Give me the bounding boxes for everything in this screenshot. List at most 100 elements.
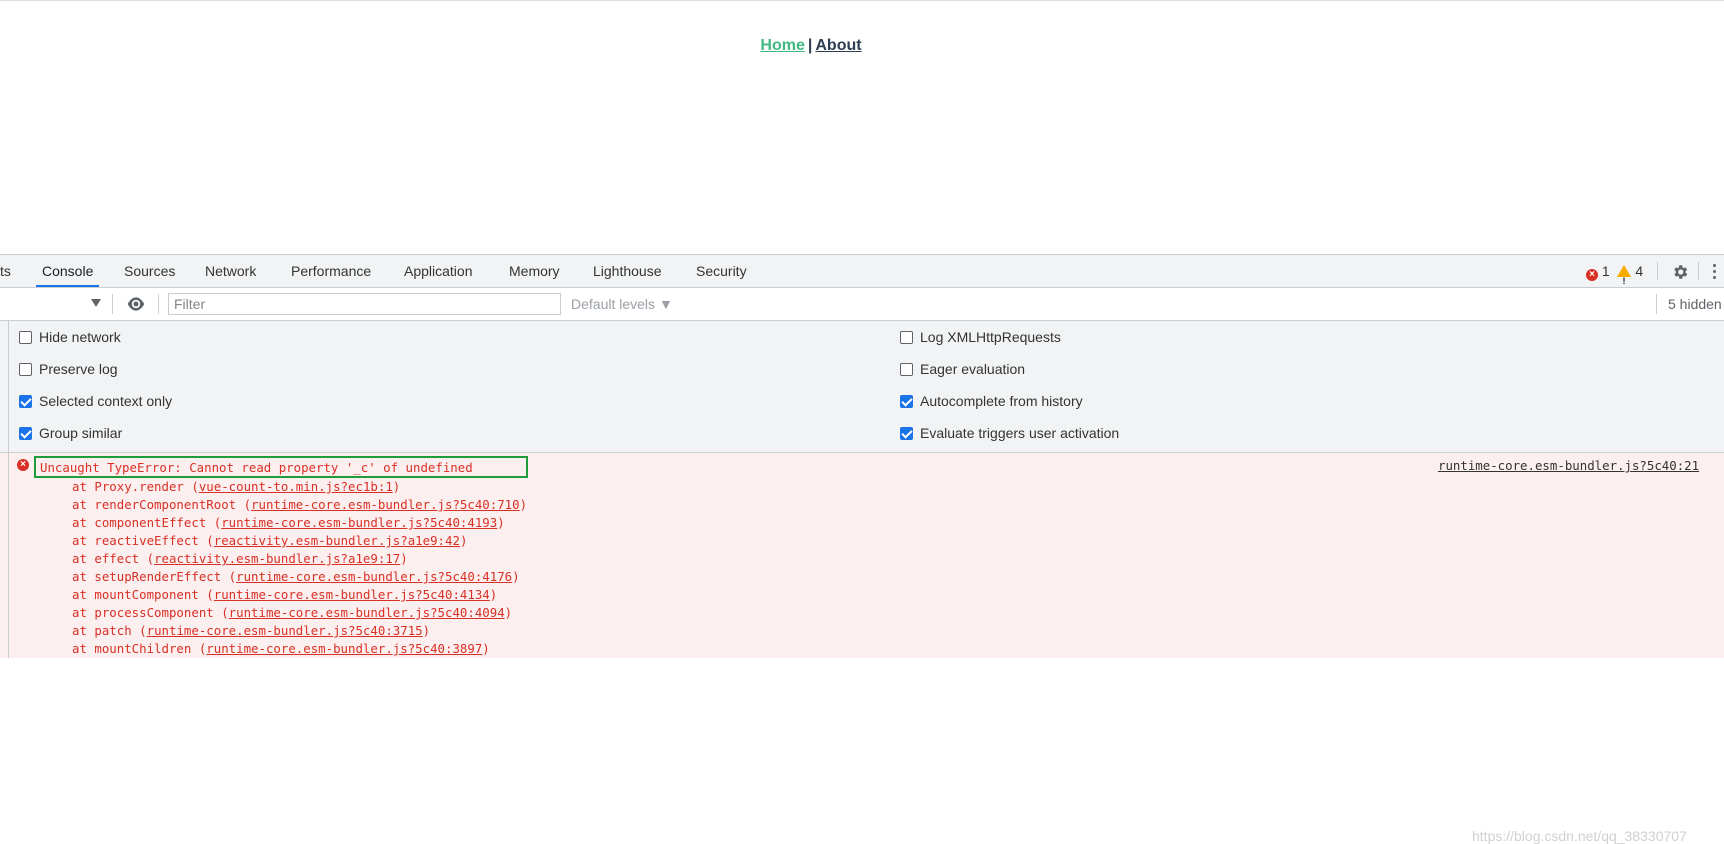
toolbar-divider [158,294,159,314]
group-similar-option[interactable]: Group similar [19,423,122,443]
toolbar-divider [112,294,113,314]
log-xhr-option[interactable]: Log XMLHttpRequests [900,327,1061,347]
tab-network[interactable]: Network [199,255,262,287]
error-message: Uncaught TypeError: Cannot read property… [34,456,528,478]
toolbar-divider [1657,262,1658,280]
stack-frame: at patch (runtime-core.esm-bundler.js?5c… [72,622,527,640]
stack-frame-text: ) [422,623,431,638]
toolbar-divider [1656,294,1657,314]
selected-context-option[interactable]: Selected context only [19,391,172,411]
toolbar-divider [1698,262,1699,280]
stack-frame-text: ) [392,479,401,494]
stack-frame-text: ) [459,533,468,548]
eager-evaluation-checkbox[interactable] [900,363,913,376]
page-viewport: Home | About [0,0,1724,254]
tab-lighthouse[interactable]: Lighthouse [587,255,668,287]
tab-sources[interactable]: Sources [118,255,181,287]
console-toolbar: Default levels ▼ 5 hidden [0,288,1724,321]
stack-frame-text: at setupRenderEffect ( [72,569,237,584]
hide-network-option[interactable]: Hide network [19,327,121,347]
filter-input[interactable] [168,293,561,315]
tab-elements-cut[interactable]: ts [0,255,17,287]
stack-frame-text: at mountChildren ( [72,641,207,656]
autocomplete-history-option[interactable]: Autocomplete from history [900,391,1083,411]
watermark: https://blog.csdn.net/qq_38330707 [1472,828,1687,844]
nav-separator: | [807,37,813,54]
stack-frame-text: ) [497,515,505,530]
stack-frame-text: at processComponent ( [72,605,229,620]
tab-performance[interactable]: Performance [285,255,377,287]
home-link[interactable]: Home [760,37,804,54]
about-link[interactable]: About [815,37,861,54]
stack-frame-text: at patch ( [72,623,147,638]
console-output: × Uncaught TypeError: Cannot read proper… [0,453,1724,844]
preserve-log-option[interactable]: Preserve log [19,359,118,379]
stack-frame-text: at effect ( [72,551,155,566]
log-xhr-label: Log XMLHttpRequests [920,329,1061,345]
autocomplete-history-label: Autocomplete from history [920,393,1083,409]
settings-gear-icon[interactable] [1671,263,1689,281]
hidden-messages-count[interactable]: 5 hidden [1668,288,1722,320]
router-nav: Home | About [0,37,1622,55]
stack-frame-source-link[interactable]: runtime-core.esm-bundler.js?5c40:3715 [147,623,423,638]
stack-frame-text: ) [400,551,408,566]
stack-frame: at Proxy.render (vue-count-to.min.js?ec1… [72,478,527,496]
error-icon: × [1586,269,1598,281]
stack-frame: at setupRenderEffect (runtime-core.esm-b… [72,568,527,586]
stack-frame: at mountChildren (runtime-core.esm-bundl… [72,640,527,658]
selected-context-checkbox[interactable] [19,395,32,408]
stack-frame-source-link[interactable]: runtime-core.esm-bundler.js?5c40:4134 [214,587,490,602]
console-settings-pane: Hide network Preserve log Selected conte… [0,321,1724,453]
tab-memory[interactable]: Memory [503,255,566,287]
stack-frame-source-link[interactable]: reactivity.esm-bundler.js?a1e9:17 [154,551,400,566]
stack-frame-text: ) [482,641,490,656]
stack-frame-source-link[interactable]: runtime-core.esm-bundler.js?5c40:4176 [236,569,512,584]
sidebar-edge [0,321,9,452]
log-levels-dropdown[interactable]: Default levels ▼ [571,288,673,320]
tab-security[interactable]: Security [690,255,753,287]
stack-frame-text: at mountComponent ( [72,587,214,602]
chevron-down-icon: ▼ [658,296,673,312]
error-icon: × [17,459,29,471]
issues-counter[interactable]: × 1 4 [1586,255,1644,297]
stack-frame-source-link[interactable]: reactivity.esm-bundler.js?a1e9:42 [214,533,460,548]
stack-frame-text: ) [519,497,528,512]
warning-icon [1617,265,1632,297]
stack-frame: at mountComponent (runtime-core.esm-bund… [72,586,527,604]
context-dropdown-icon[interactable] [91,299,101,307]
hide-network-checkbox[interactable] [19,331,32,344]
log-levels-label: Default levels [571,296,656,312]
evaluate-triggers-checkbox[interactable] [900,427,913,440]
stack-frame: at reactiveEffect (reactivity.esm-bundle… [72,532,527,550]
sidebar-edge [0,453,9,658]
stack-frame-source-link[interactable]: runtime-core.esm-bundler.js?5c40:4094 [229,605,505,620]
stack-frame-source-link[interactable]: runtime-core.esm-bundler.js?5c40:710 [251,497,520,512]
stack-trace: at Proxy.render (vue-count-to.min.js?ec1… [72,478,527,658]
stack-frame-source-link[interactable]: vue-count-to.min.js?ec1b:1 [199,479,393,494]
stack-frame-source-link[interactable]: runtime-core.esm-bundler.js?5c40:4193 [221,515,497,530]
live-expression-eye-icon[interactable] [126,296,146,312]
error-source-link[interactable]: runtime-core.esm-bundler.js?5c40:21 [1438,458,1699,473]
evaluate-triggers-label: Evaluate triggers user activation [920,425,1120,441]
more-options-icon[interactable] [1713,264,1717,280]
hide-network-label: Hide network [39,329,121,345]
selected-context-label: Selected context only [39,393,173,409]
preserve-log-checkbox[interactable] [19,363,32,376]
error-count: 1 [1601,263,1610,279]
devtools-panel: ts Console Sources Network Performance A… [0,254,1724,844]
eager-evaluation-option[interactable]: Eager evaluation [900,359,1025,379]
autocomplete-history-checkbox[interactable] [900,395,913,408]
tab-application[interactable]: Application [398,255,479,287]
group-similar-label: Group similar [39,425,123,441]
evaluate-triggers-option[interactable]: Evaluate triggers user activation [900,423,1119,443]
group-similar-checkbox[interactable] [19,427,32,440]
tab-console[interactable]: Console [36,255,100,287]
log-xhr-checkbox[interactable] [900,331,913,344]
stack-frame: at processComponent (runtime-core.esm-bu… [72,604,527,622]
preserve-log-label: Preserve log [39,361,118,377]
devtools-tab-bar: ts Console Sources Network Performance A… [0,254,1724,297]
warning-count: 4 [1635,263,1644,279]
stack-frame-text: ) [504,605,513,620]
stack-frame-source-link[interactable]: runtime-core.esm-bundler.js?5c40:3897 [206,641,482,656]
stack-frame-text: at Proxy.render ( [72,479,199,494]
